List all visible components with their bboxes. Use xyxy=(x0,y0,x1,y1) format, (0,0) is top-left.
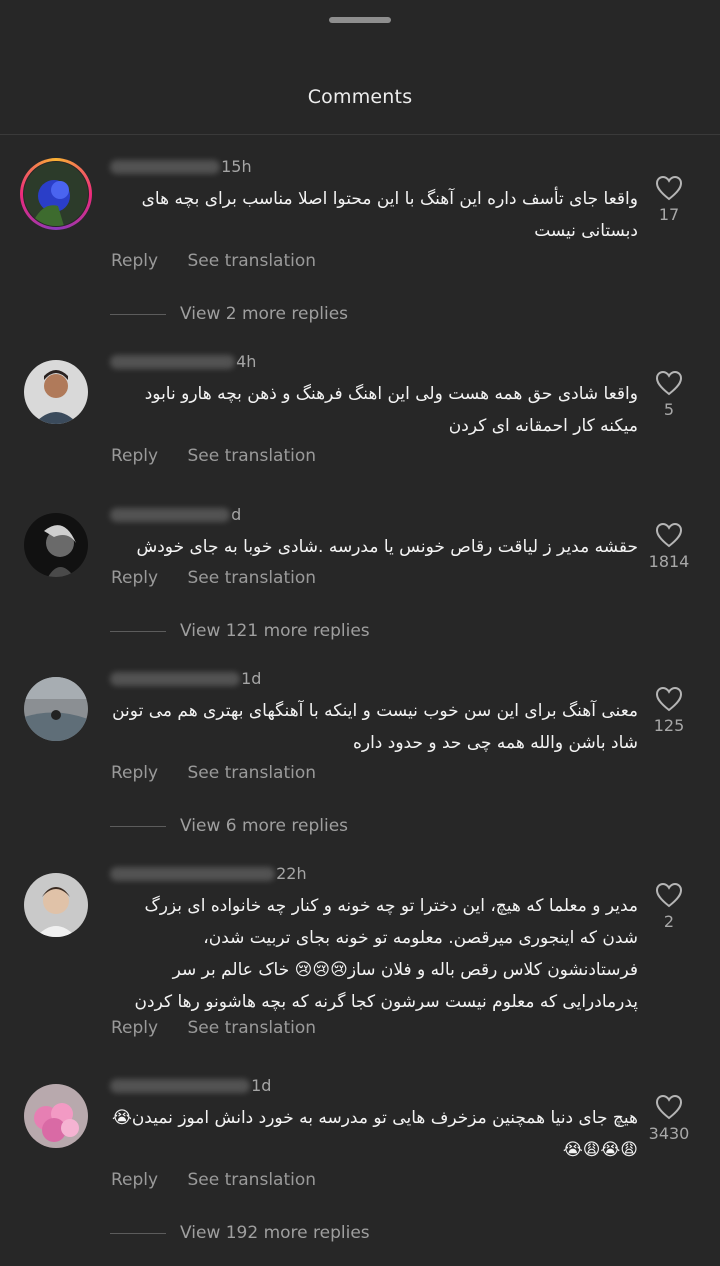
comment-header: 15h xyxy=(110,156,252,178)
page-title: Comments xyxy=(307,86,413,108)
comment-time: 15h xyxy=(221,157,252,176)
replies-divider xyxy=(110,825,166,827)
comment-header: 1d xyxy=(110,668,261,690)
username[interactable] xyxy=(110,671,240,686)
comment-time: 4h xyxy=(236,352,257,371)
comment-text: مدیر و معلما که هیچ، این دخترا تو چه خون… xyxy=(134,896,638,1012)
heart-icon[interactable] xyxy=(655,175,683,201)
like-control[interactable]: 2 xyxy=(640,882,698,931)
reply-button[interactable]: Reply xyxy=(111,1018,158,1038)
view-replies-button[interactable]: View 121 more replies xyxy=(110,621,370,643)
header-divider xyxy=(0,134,720,135)
reply-button[interactable]: Reply xyxy=(111,251,158,271)
like-count: 1814 xyxy=(648,552,690,571)
username[interactable] xyxy=(110,507,230,522)
like-count: 2 xyxy=(663,912,675,931)
heart-icon[interactable] xyxy=(655,882,683,908)
view-replies-label[interactable]: View 2 more replies xyxy=(180,304,348,324)
username[interactable] xyxy=(110,866,275,881)
like-control[interactable]: 125 xyxy=(640,686,698,735)
see-translation-button[interactable]: See translation xyxy=(188,446,317,466)
comment-actions: Reply See translation xyxy=(111,446,340,466)
like-control[interactable]: 1814 xyxy=(640,522,698,571)
avatar[interactable] xyxy=(24,162,88,226)
like-count: 3430 xyxy=(648,1124,690,1143)
comment-actions: Reply See translation xyxy=(111,568,340,588)
view-replies-button[interactable]: View 192 more replies xyxy=(110,1223,370,1245)
comment-time: 22h xyxy=(276,864,307,883)
username[interactable] xyxy=(110,1078,250,1093)
comment-actions: Reply See translation xyxy=(111,1018,340,1038)
comment-text: واقعا جای تأسف داره این آهنگ با این محتو… xyxy=(141,189,638,241)
comment-header: 1d xyxy=(110,1075,271,1097)
see-translation-button[interactable]: See translation xyxy=(188,1170,317,1190)
comment-text: هیچ جای دنیا همچنین مزخرف هایی تو مدرسه … xyxy=(111,1108,638,1160)
avatar[interactable] xyxy=(24,873,88,937)
comment-header: 22h xyxy=(110,863,307,885)
view-replies-label[interactable]: View 6 more replies xyxy=(180,816,348,836)
view-replies-label[interactable]: View 121 more replies xyxy=(180,621,370,641)
view-replies-label[interactable]: View 192 more replies xyxy=(180,1223,370,1243)
heart-icon[interactable] xyxy=(655,1094,683,1120)
reply-button[interactable]: Reply xyxy=(111,446,158,466)
comment-actions: Reply See translation xyxy=(111,763,340,783)
reply-button[interactable]: Reply xyxy=(111,568,158,588)
avatar[interactable] xyxy=(24,513,88,577)
comment-text: معنی آهنگ برای این سن خوب نیست و اینکه ب… xyxy=(112,701,638,753)
reply-button[interactable]: Reply xyxy=(111,763,158,783)
replies-divider xyxy=(110,630,166,632)
like-count: 5 xyxy=(663,400,675,419)
see-translation-button[interactable]: See translation xyxy=(188,763,317,783)
reply-button[interactable]: Reply xyxy=(111,1170,158,1190)
heart-icon[interactable] xyxy=(655,522,683,548)
replies-divider xyxy=(110,313,166,315)
view-replies-button[interactable]: View 6 more replies xyxy=(110,816,348,838)
comment-header: 4h xyxy=(110,351,256,373)
like-count: 125 xyxy=(653,716,685,735)
like-control[interactable]: 5 xyxy=(640,370,698,419)
comment-time: 1d xyxy=(251,1076,272,1095)
username[interactable] xyxy=(110,159,220,174)
username[interactable] xyxy=(110,354,235,369)
see-translation-button[interactable]: See translation xyxy=(188,1018,317,1038)
comment-text: واقعا شادی حق همه هست ولی این اهنگ فرهنگ… xyxy=(144,384,638,436)
like-count: 17 xyxy=(658,205,680,224)
comment-header: d xyxy=(110,504,241,526)
comment-text: حقشه مدیر ز لیاقت رقاص خونس یا مدرسه .شا… xyxy=(136,537,638,557)
heart-icon[interactable] xyxy=(655,370,683,396)
avatar[interactable] xyxy=(24,677,88,741)
comment-time: d xyxy=(231,505,242,524)
heart-icon[interactable] xyxy=(655,686,683,712)
like-control[interactable]: 17 xyxy=(640,175,698,224)
view-replies-button[interactable]: View 2 more replies xyxy=(110,304,348,326)
drag-handle[interactable] xyxy=(329,17,391,23)
avatar[interactable] xyxy=(24,1084,88,1148)
avatar[interactable] xyxy=(24,360,88,424)
comment-actions: Reply See translation xyxy=(111,251,340,271)
see-translation-button[interactable]: See translation xyxy=(188,568,317,588)
see-translation-button[interactable]: See translation xyxy=(188,251,317,271)
comment-time: 1d xyxy=(241,669,262,688)
replies-divider xyxy=(110,1232,166,1234)
like-control[interactable]: 3430 xyxy=(640,1094,698,1143)
comment-actions: Reply See translation xyxy=(111,1170,340,1190)
